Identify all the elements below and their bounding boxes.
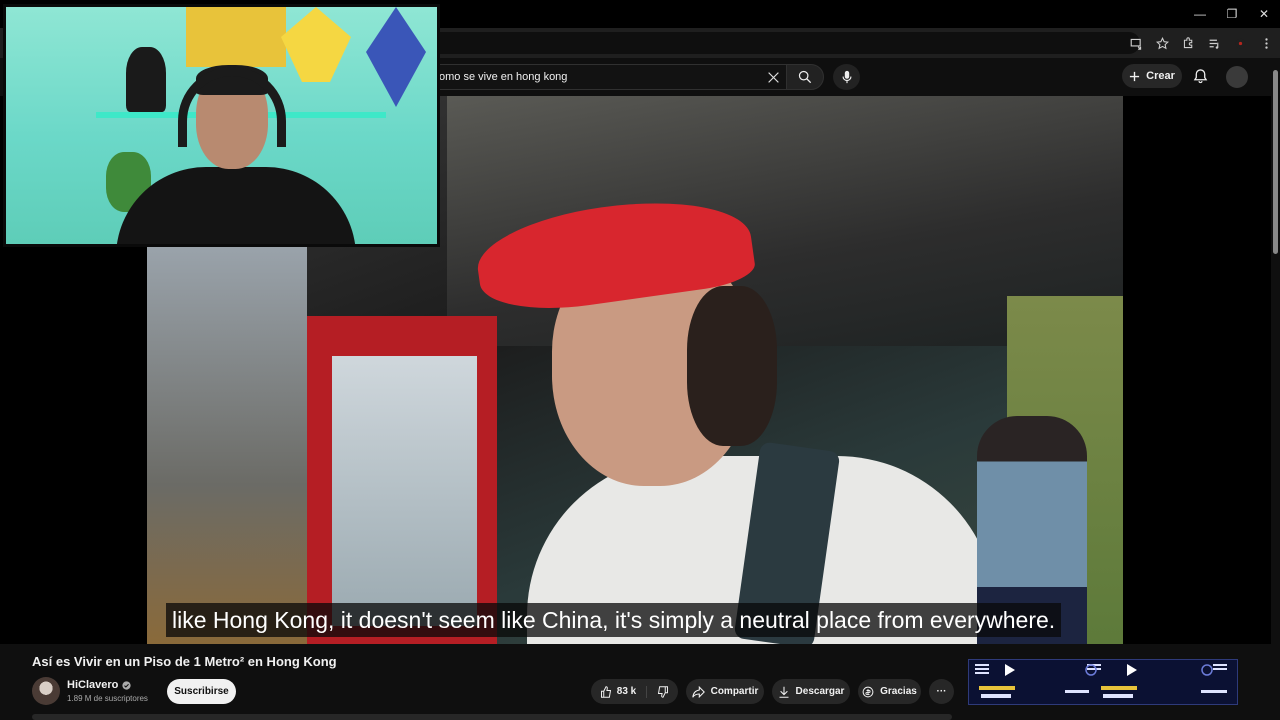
poster-pokemon	[281, 7, 351, 82]
toolbar-icons	[1128, 32, 1274, 54]
channel-name-text[interactable]: HiClavero	[67, 679, 118, 691]
voice-search-button[interactable]	[833, 64, 860, 90]
search-input[interactable]: omo se vive en hong kong	[420, 64, 786, 90]
storyboard-preview[interactable]	[968, 659, 1238, 705]
user-avatar[interactable]	[1226, 66, 1248, 88]
microphone-icon	[841, 70, 852, 84]
media-control-icon[interactable]	[1206, 35, 1222, 51]
streamer-hoodie	[116, 167, 356, 244]
description-box-edge	[32, 714, 952, 720]
like-count: 83 k	[616, 686, 637, 697]
search-button[interactable]	[786, 64, 824, 90]
subscriber-count: 1.89 M de suscriptores	[67, 694, 148, 703]
minimize-button[interactable]: —	[1184, 0, 1216, 28]
plus-icon	[1130, 71, 1140, 81]
create-button[interactable]: Crear	[1122, 64, 1182, 88]
address-bar[interactable]	[400, 32, 1140, 54]
thumbs-down-icon	[658, 685, 669, 698]
thanks-icon	[862, 686, 874, 697]
profile-icon[interactable]	[1232, 35, 1248, 51]
headphones	[178, 67, 286, 147]
share-icon	[691, 685, 705, 698]
more-actions-button[interactable]: ···	[929, 679, 954, 704]
restore-button[interactable]: ❐	[1216, 0, 1248, 28]
verified-icon	[122, 680, 131, 690]
figurine-venom	[126, 47, 166, 112]
clear-search-icon[interactable]	[760, 64, 786, 90]
like-dislike-group: 83 k	[591, 679, 678, 704]
window-controls: — ❐ ✕	[1184, 0, 1280, 28]
download-button[interactable]: Descargar	[772, 679, 850, 704]
webcam-overlay	[3, 4, 440, 247]
thanks-label: Gracias	[880, 686, 917, 697]
search-icon	[798, 70, 812, 84]
channel-avatar[interactable]	[32, 677, 60, 705]
person-hair	[687, 286, 777, 446]
page-scrollbar-thumb[interactable]	[1273, 70, 1278, 254]
channel-name[interactable]: HiClavero	[67, 679, 131, 691]
create-label: Crear	[1146, 70, 1175, 82]
subscribe-button[interactable]: Suscribirse	[167, 679, 236, 704]
thanks-button[interactable]: Gracias	[858, 679, 921, 704]
notifications-bell-icon[interactable]	[1190, 66, 1210, 86]
video-title: Así es Vivir en un Piso de 1 Metro² en H…	[32, 654, 337, 669]
bookmark-star-icon[interactable]	[1154, 35, 1170, 51]
storyboard-frames	[975, 664, 1227, 698]
browser-menu-icon[interactable]	[1258, 35, 1274, 51]
poster-simpsons	[186, 7, 286, 67]
fridge-glass	[332, 356, 477, 626]
download-icon	[779, 686, 789, 698]
close-window-button[interactable]: ✕	[1248, 0, 1280, 28]
like-button[interactable]: 83 k	[600, 685, 648, 698]
search-query[interactable]: omo se vive en hong kong	[421, 71, 760, 83]
left-shelves	[147, 246, 307, 644]
share-button[interactable]: Compartir	[686, 679, 764, 704]
video-subtitle: like Hong Kong, it doesn't seem like Chi…	[166, 603, 1062, 637]
extensions-icon[interactable]	[1180, 35, 1196, 51]
download-label: Descargar	[795, 686, 845, 697]
dislike-button[interactable]	[653, 685, 669, 698]
poster-cat	[366, 7, 426, 107]
share-label: Compartir	[710, 686, 759, 697]
install-app-icon[interactable]	[1128, 35, 1144, 51]
thumbs-up-icon	[600, 685, 611, 698]
